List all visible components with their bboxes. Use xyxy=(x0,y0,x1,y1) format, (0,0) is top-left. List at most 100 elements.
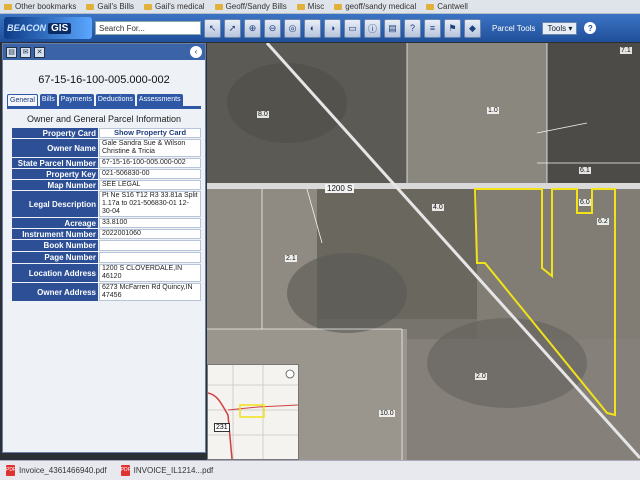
identify-button[interactable]: ⓘ xyxy=(364,18,381,38)
route-shield: 231 xyxy=(214,423,230,432)
bookmarks-bar: Other bookmarks Gail's Bills Gail's medi… xyxy=(0,0,640,14)
field-label: Location Address xyxy=(12,264,98,282)
panel-toolbar: ▤ ✉ ✕ ‹ xyxy=(3,44,205,60)
question-icon: ? xyxy=(409,23,415,33)
parcel-label: 2.0 xyxy=(475,373,487,380)
mail-icon: ✉ xyxy=(22,48,29,56)
pointer-icon: ➚ xyxy=(228,22,237,33)
beacon-gis-logo: BEACON GIS xyxy=(4,17,92,39)
download-item[interactable]: PDF INVOICE_IL1214...pdf xyxy=(120,465,213,476)
parcel-label: 8.0 xyxy=(257,111,269,118)
cursor-icon: ↖ xyxy=(208,22,217,33)
table-row: Legal Description Pt Ne S16 T12 R3 33.81… xyxy=(12,191,201,217)
pan-tool-button[interactable]: ➚ xyxy=(224,18,241,38)
printer-icon: ▤ xyxy=(388,22,397,33)
folder-icon xyxy=(214,3,223,10)
globe-icon: ◎ xyxy=(288,22,297,33)
zoom-in-icon: ⊕ xyxy=(248,22,257,33)
tab-deductions[interactable]: Deductions xyxy=(95,94,135,106)
map-toolbar: BEACON GIS Search For... ↖ ➚ ⊕ ⊖ ◎ ◐ ◑ ▭… xyxy=(0,14,640,42)
field-label: Instrument Number xyxy=(12,229,98,239)
field-label: Legal Description xyxy=(12,191,98,217)
field-label: Page Number xyxy=(12,252,98,263)
parcel-label: 10.0 xyxy=(379,410,395,417)
zoom-in-button[interactable]: ⊕ xyxy=(244,18,261,38)
folder-icon xyxy=(4,3,12,10)
email-panel-button[interactable]: ✉ xyxy=(20,46,31,58)
logo-badge: GIS xyxy=(48,22,72,34)
bookmark-gails-medical[interactable]: Gail's medical xyxy=(144,2,205,11)
folder-icon xyxy=(296,3,305,10)
close-panel-button[interactable]: ✕ xyxy=(34,46,45,58)
print-panel-button[interactable]: ▤ xyxy=(6,46,17,58)
bookmark-gails-bills[interactable]: Gail's Bills xyxy=(86,2,134,11)
bookmark-misc[interactable]: Misc xyxy=(296,2,324,11)
print-button[interactable]: ▤ xyxy=(384,18,401,38)
tab-general[interactable]: General xyxy=(7,94,38,106)
back-icon: ◐ xyxy=(309,23,316,33)
bookmark-geoff-sandy-medical[interactable]: geoff/sandy medical xyxy=(334,2,416,11)
info-icon: ⓘ xyxy=(367,23,377,34)
tab-divider xyxy=(7,106,201,109)
downloads-bar: PDF Invoice_4361466940.pdf PDF INVOICE_I… xyxy=(0,460,640,480)
collapse-panel-button[interactable]: ‹ xyxy=(190,46,202,58)
tab-payments[interactable]: Payments xyxy=(58,94,94,106)
panel-tabs: General Bills Payments Deductions Assess… xyxy=(7,94,205,106)
tools-dropdown[interactable]: Tools ▾ xyxy=(542,21,578,35)
map-number-value: SEE LEGAL xyxy=(99,180,201,190)
parcel-label: 6.1 xyxy=(579,167,591,174)
next-extent-button[interactable]: ◑ xyxy=(324,18,341,38)
field-label: Owner Address xyxy=(12,283,98,301)
legal-description-value: Pt Ne S16 T12 R3 33.81a Split 1.17a to 0… xyxy=(99,191,201,217)
overview-map-graphic xyxy=(208,365,298,459)
folder-icon xyxy=(334,3,343,10)
zoom-out-icon: ⊖ xyxy=(268,22,277,33)
bookmark-tool-button[interactable]: ⚑ xyxy=(444,18,461,38)
property-key-value: 021-506830-00 xyxy=(99,169,201,179)
field-label: State Parcel Number xyxy=(12,158,98,168)
ruler-icon: ▭ xyxy=(348,22,357,33)
road-label: 1200 S xyxy=(325,184,355,193)
chevron-left-icon: ‹ xyxy=(194,47,198,56)
bookmark-cantwell[interactable]: Cantwell xyxy=(426,2,468,11)
help-icon[interactable]: ? xyxy=(584,22,597,34)
table-row: Owner Address 6273 McFarren Rd Quincy,IN… xyxy=(12,283,201,301)
forward-icon: ◑ xyxy=(329,23,336,33)
location-address-value: 1200 S CLOVERDALE,IN 46120 xyxy=(99,264,201,282)
tab-assessments[interactable]: Assessments xyxy=(136,94,183,106)
measure-button[interactable]: ▭ xyxy=(344,18,361,38)
logo-text: BEACON xyxy=(7,23,47,33)
parcel-label: 6.0 xyxy=(579,199,591,206)
erase-button[interactable]: ◆ xyxy=(464,18,481,38)
folder-icon xyxy=(86,3,95,10)
previous-extent-button[interactable]: ◐ xyxy=(304,18,321,38)
help-button[interactable]: ? xyxy=(404,18,421,38)
parcel-tools-label[interactable]: Parcel Tools xyxy=(492,24,535,33)
instrument-number-value: 2022001060 xyxy=(99,229,201,239)
select-tool-button[interactable]: ↖ xyxy=(204,18,221,38)
folder-icon xyxy=(426,3,435,10)
parcel-label: 7.1 xyxy=(620,47,632,54)
field-label: Acreage xyxy=(12,218,98,228)
layers-icon: ≡ xyxy=(429,23,436,33)
table-row: Property Key 021-506830-00 xyxy=(12,169,201,179)
eraser-icon: ◆ xyxy=(469,22,476,33)
close-icon: ✕ xyxy=(36,48,43,56)
tab-bills[interactable]: Bills xyxy=(39,94,57,106)
layers-button[interactable]: ≡ xyxy=(424,18,441,38)
table-row: Map Number SEE LEGAL xyxy=(12,180,201,190)
download-item[interactable]: PDF Invoice_4361466940.pdf xyxy=(6,465,107,476)
full-extent-button[interactable]: ◎ xyxy=(284,18,301,38)
zoom-out-button[interactable]: ⊖ xyxy=(264,18,281,38)
bookmark-geoff-sandy-bills[interactable]: Geoff/Sandy Bills xyxy=(214,2,287,11)
search-input[interactable]: Search For... xyxy=(95,21,201,35)
parcel-info-table: Property Card Show Property Card Owner N… xyxy=(11,127,202,302)
overview-map[interactable]: 231 xyxy=(207,364,299,460)
field-label: Owner Name xyxy=(12,139,98,157)
table-row: Property Card Show Property Card xyxy=(12,128,201,138)
bookmark-other[interactable]: Other bookmarks xyxy=(4,2,76,11)
show-property-card-link[interactable]: Show Property Card xyxy=(99,128,201,138)
owner-address-value: 6273 McFarren Rd Quincy,IN 47456 xyxy=(99,283,201,301)
field-label: Property Key xyxy=(12,169,98,179)
acreage-value: 33.8100 xyxy=(99,218,201,228)
